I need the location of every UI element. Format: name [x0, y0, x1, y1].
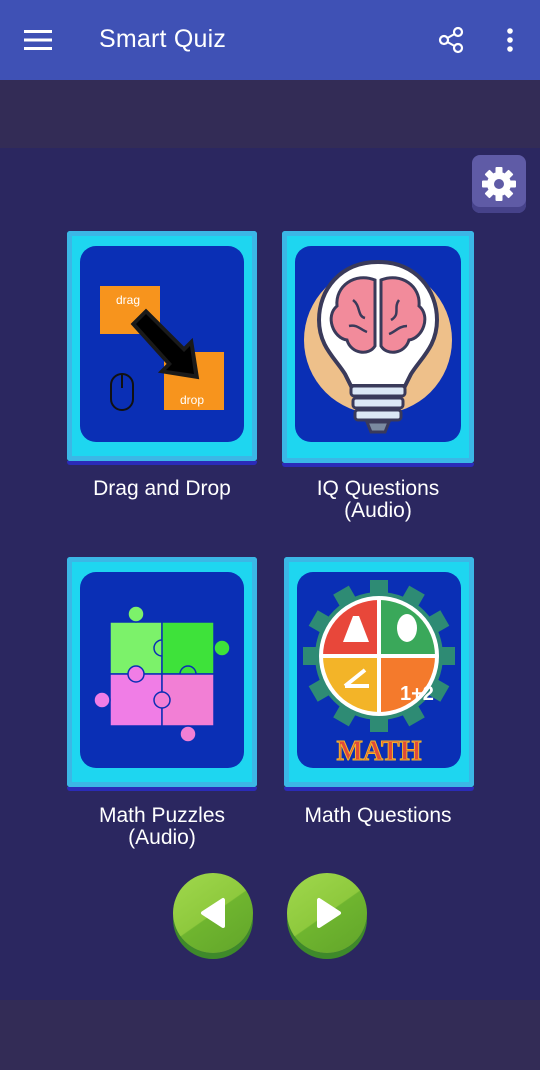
mouse-icon — [110, 373, 134, 411]
sum-text: 1+2 — [400, 683, 434, 705]
math-gear-image: 1+2 MATH — [297, 572, 461, 768]
triangle-left-icon — [201, 898, 225, 928]
tile-label: IQ Questions (Audio) — [316, 477, 440, 522]
drop-text: drop — [180, 393, 204, 407]
math-badge-text: MATH — [336, 736, 421, 767]
drag-text: drag — [116, 293, 140, 307]
bottom-band — [0, 1000, 540, 1070]
settings-button[interactable] — [472, 155, 526, 213]
prev-button[interactable] — [173, 873, 253, 961]
app-title: Smart Quiz — [99, 25, 227, 53]
share-icon[interactable] — [433, 22, 469, 58]
tile-label: Drag and Drop — [93, 477, 231, 500]
top-band — [0, 80, 540, 148]
tile-label: Math Questions — [304, 804, 452, 827]
jigsaw-puzzle-image — [80, 572, 244, 768]
menu-icon[interactable] — [20, 22, 56, 58]
more-vert-icon[interactable] — [496, 22, 524, 58]
tile-label: Math Puzzles (Audio) — [98, 804, 226, 849]
app-bar: Smart Quiz — [0, 0, 540, 80]
triangle-right-icon — [317, 898, 341, 928]
gear-icon — [482, 167, 516, 201]
brain-lightbulb-image — [295, 246, 461, 442]
next-button[interactable] — [287, 873, 367, 961]
drag-and-drop-image: drag drop — [80, 246, 244, 442]
arrow-icon — [130, 308, 200, 380]
